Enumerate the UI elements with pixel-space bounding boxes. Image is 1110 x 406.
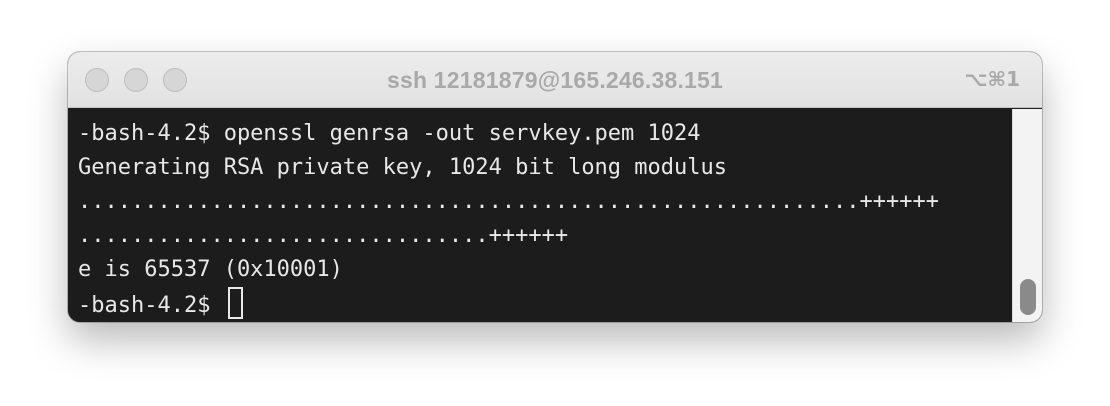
vertical-scrollbar[interactable] [1012,109,1042,322]
window-title: ssh 12181879@165.246.38.151 [386,67,724,93]
terminal-line: Generating RSA private key, 1024 bit lon… [78,155,728,180]
terminal-window: ssh 12181879@165.246.38.151 ⌥⌘1 -bash-4.… [68,52,1042,322]
terminal-output[interactable]: -bash-4.2$ openssl genrsa -out servkey.p… [68,109,1012,322]
shell-prompt: -bash-4.2$ [78,293,224,318]
text-cursor [227,287,243,319]
terminal-line: ........................................… [78,189,939,214]
terminal-prompt-line[interactable]: -bash-4.2$ [78,287,1012,321]
terminal-line: -bash-4.2$ openssl genrsa -out servkey.p… [78,121,701,146]
terminal-line: ...............................++++++ [78,223,569,248]
terminal-line: e is 65537 (0x10001) [78,257,343,282]
scrollbar-thumb[interactable] [1020,279,1036,315]
window-shortcut-label: ⌥⌘1 [964,67,1020,91]
title-bar[interactable]: ssh 12181879@165.246.38.151 ⌥⌘1 [68,52,1042,108]
